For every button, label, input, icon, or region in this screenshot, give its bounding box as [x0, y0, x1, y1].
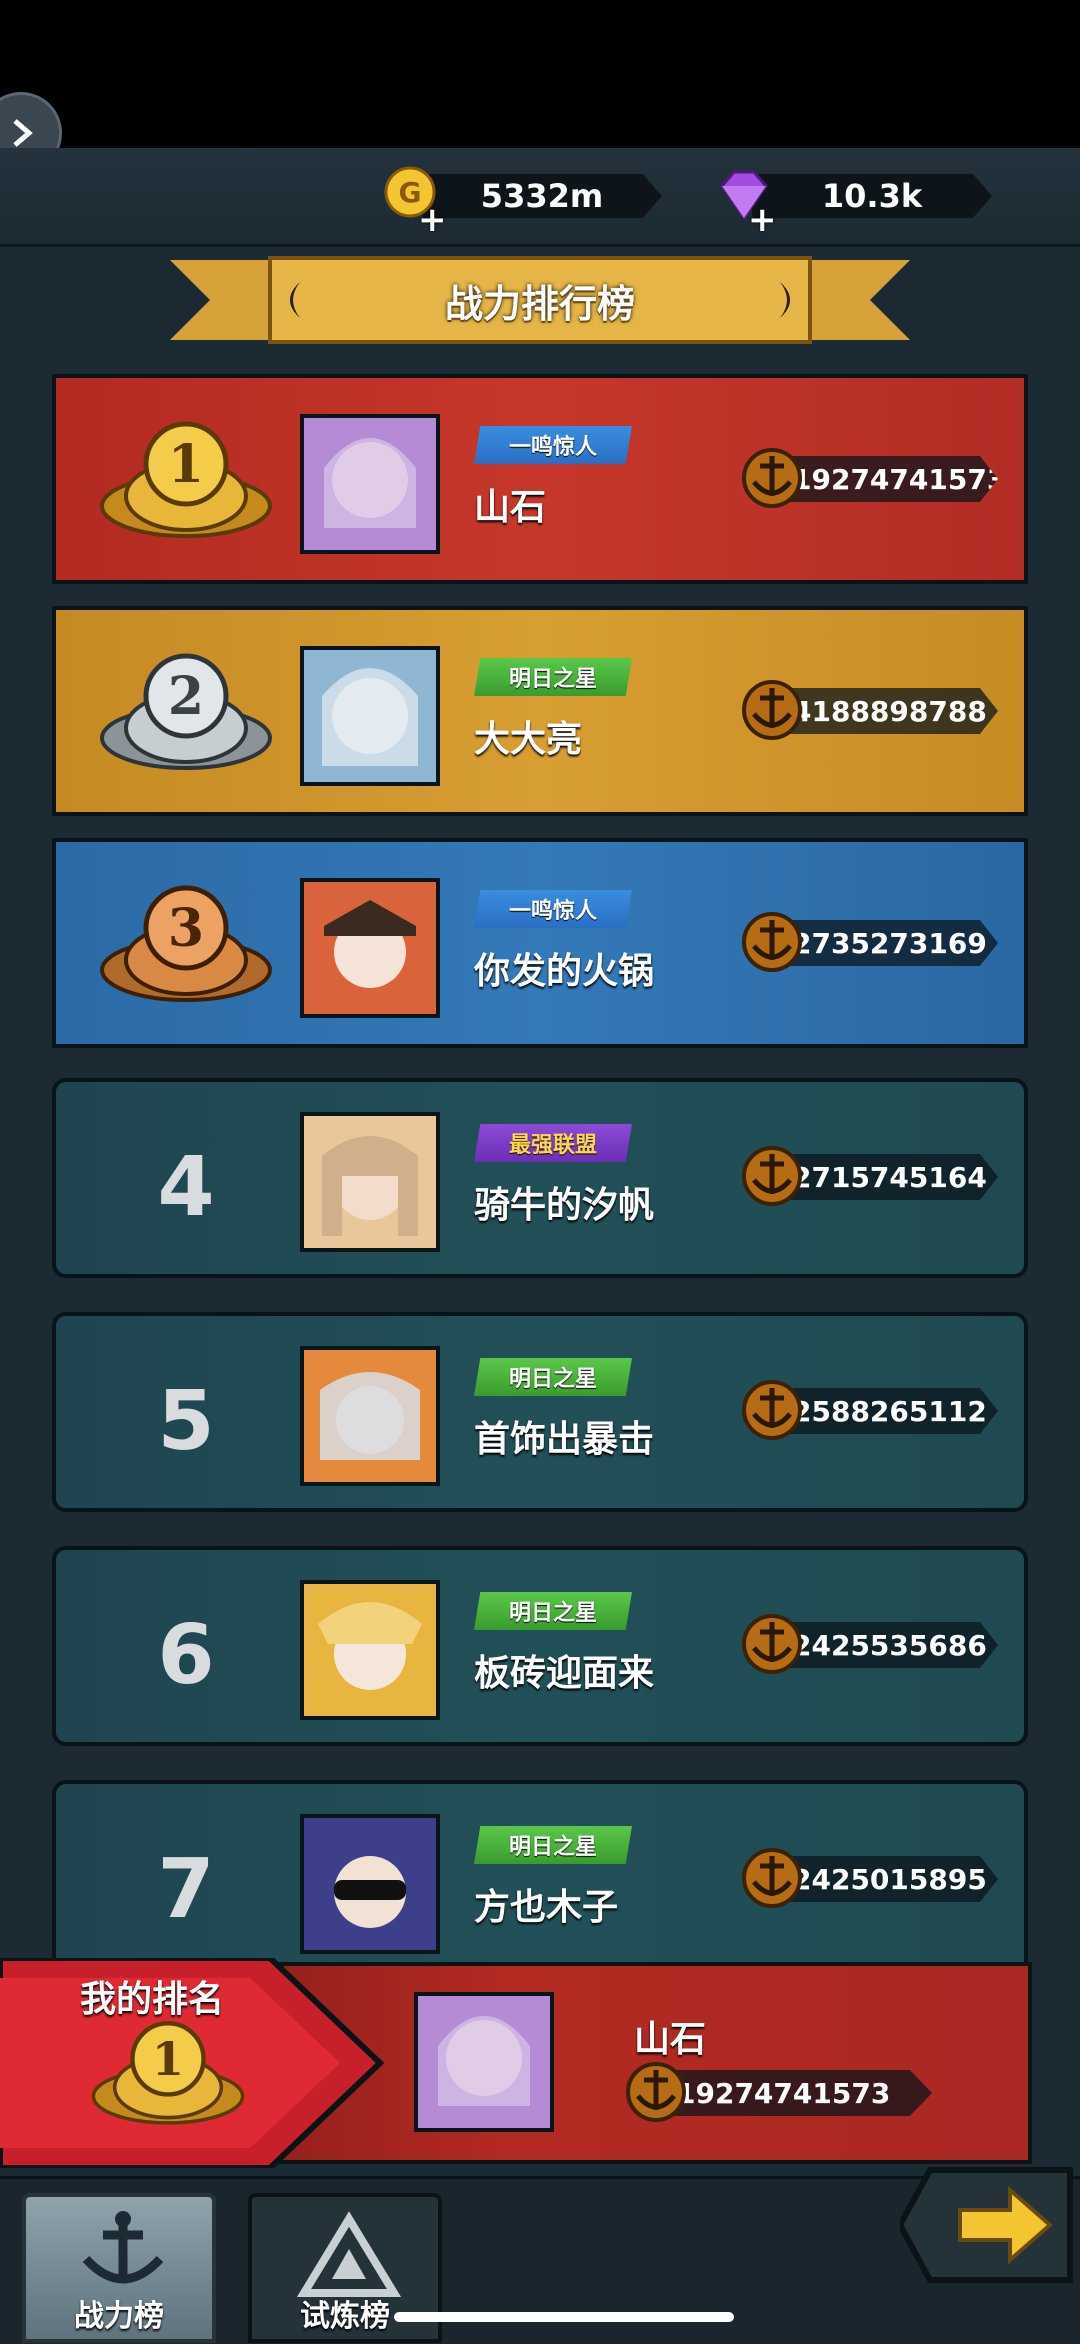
player-avatar-icon — [304, 650, 436, 782]
title-badge: 明日之星 — [474, 1592, 632, 1630]
my-rank-panel[interactable]: 我的排名 1 山石 19274741573 — [0, 1958, 1080, 2168]
power-emblem-icon — [742, 1614, 802, 1674]
player-avatar-icon — [304, 882, 436, 1014]
player-name: 首饰出暴击 — [474, 1419, 655, 1460]
rank-number: 4 — [157, 1139, 215, 1235]
avatar — [300, 1346, 440, 1486]
power-display: 19274741573 — [620, 2062, 940, 2122]
ranking-row-2[interactable]: 2 明日之星 大大亮 4188898788 — [52, 606, 1028, 816]
title-badge: 最强联盟 — [474, 1124, 632, 1162]
gold-medal-icon: 1 — [100, 421, 272, 538]
title-badge: 明日之星 — [474, 1826, 632, 1864]
power-display: 2715745164 — [736, 1146, 1000, 1206]
avatar — [414, 1992, 554, 2132]
player-avatar-icon — [304, 1350, 436, 1482]
rank-number: 1 — [152, 2032, 184, 2086]
power-value: 19274741573 — [656, 2070, 932, 2116]
player-name: 方也木子 — [474, 1887, 619, 1928]
power-emblem-icon — [742, 1848, 802, 1908]
avatar — [300, 414, 440, 554]
avatar — [300, 878, 440, 1018]
player-name: 山石 — [634, 2019, 707, 2060]
currency-bar: 5332m G + 10.3k + — [0, 148, 1080, 247]
rank-number: 3 — [168, 898, 204, 959]
avatar — [300, 1112, 440, 1252]
add-gem-icon[interactable]: + — [748, 200, 777, 240]
power-display: 2425015895 — [736, 1848, 1000, 1908]
player-name: 大大亮 — [474, 719, 583, 760]
ranking-row-5[interactable]: 5 明日之星 首饰出暴击 2588265112 — [52, 1312, 1028, 1512]
player-avatar-icon — [304, 418, 436, 550]
power-display: 2425535686 — [736, 1614, 1000, 1674]
gem-amount: 10.3k — [752, 174, 992, 218]
power-display: 4188898788 — [736, 680, 1000, 740]
avatar — [300, 1580, 440, 1720]
power-emblem-icon — [742, 680, 802, 740]
tab-power-ranking[interactable]: 战力榜 — [22, 2193, 216, 2343]
page-title: 战力排行榜 — [444, 281, 635, 326]
power-display: 2735273169 — [736, 912, 1000, 972]
title-banner: 战力排行榜 — [170, 252, 910, 348]
ranking-row-4[interactable]: 4 最强联盟 骑牛的汐帆 2715745164 — [52, 1078, 1028, 1278]
title-badge: 一鸣惊人 — [474, 890, 632, 928]
power-emblem-icon — [626, 2062, 686, 2122]
power-emblem-icon — [742, 448, 802, 508]
player-avatar-icon — [304, 1818, 436, 1950]
power-emblem-icon — [742, 1146, 802, 1206]
player-name: 骑牛的汐帆 — [474, 1185, 655, 1226]
rank-number: 6 — [157, 1607, 215, 1703]
tab-label: 战力榜 — [74, 2299, 164, 2334]
power-display: 2588265112 — [736, 1380, 1000, 1440]
my-rank-label: 我的排名 — [80, 1979, 225, 2020]
avatar — [300, 1814, 440, 1954]
ranking-row-1[interactable]: 1 一鸣惊人 山石 19274741573 — [52, 374, 1028, 584]
player-name: 你发的火锅 — [474, 951, 655, 992]
rank-number: 2 — [168, 666, 204, 727]
avatar — [300, 646, 440, 786]
player-name: 山石 — [474, 487, 547, 528]
arrow-right-button[interactable] — [900, 2160, 1080, 2290]
player-avatar-icon — [304, 1116, 436, 1248]
title-badge: 一鸣惊人 — [474, 426, 632, 464]
ranking-row-3[interactable]: 3 一鸣惊人 你发的火锅 2735273169 — [52, 838, 1028, 1048]
bronze-medal-icon: 3 — [100, 885, 272, 1002]
player-avatar-icon — [304, 1584, 436, 1716]
ranking-row-6[interactable]: 6 明日之星 板砖迎面来 2425535686 — [52, 1546, 1028, 1746]
status-area — [0, 0, 1080, 148]
silver-medal-icon: 2 — [100, 653, 272, 770]
title-badge: 明日之星 — [474, 658, 632, 696]
gold-amount: 5332m — [422, 174, 662, 218]
power-emblem-icon — [742, 912, 802, 972]
home-indicator — [394, 2312, 734, 2322]
gold-medal-icon: 1 — [91, 2021, 245, 2125]
ranking-row-7[interactable]: 7 明日之星 方也木子 2425015895 — [52, 1780, 1028, 1980]
rank-number: 7 — [157, 1841, 215, 1937]
chevron-right-icon — [13, 119, 33, 147]
player-avatar-icon — [418, 1996, 550, 2128]
player-name: 板砖迎面来 — [474, 1653, 655, 1694]
rank-number: 5 — [157, 1373, 215, 1469]
power-display: 19274741573 — [736, 448, 1000, 508]
add-gold-icon[interactable]: + — [418, 200, 447, 240]
title-badge: 明日之星 — [474, 1358, 632, 1396]
power-emblem-icon — [742, 1380, 802, 1440]
rank-number: 1 — [168, 434, 204, 495]
